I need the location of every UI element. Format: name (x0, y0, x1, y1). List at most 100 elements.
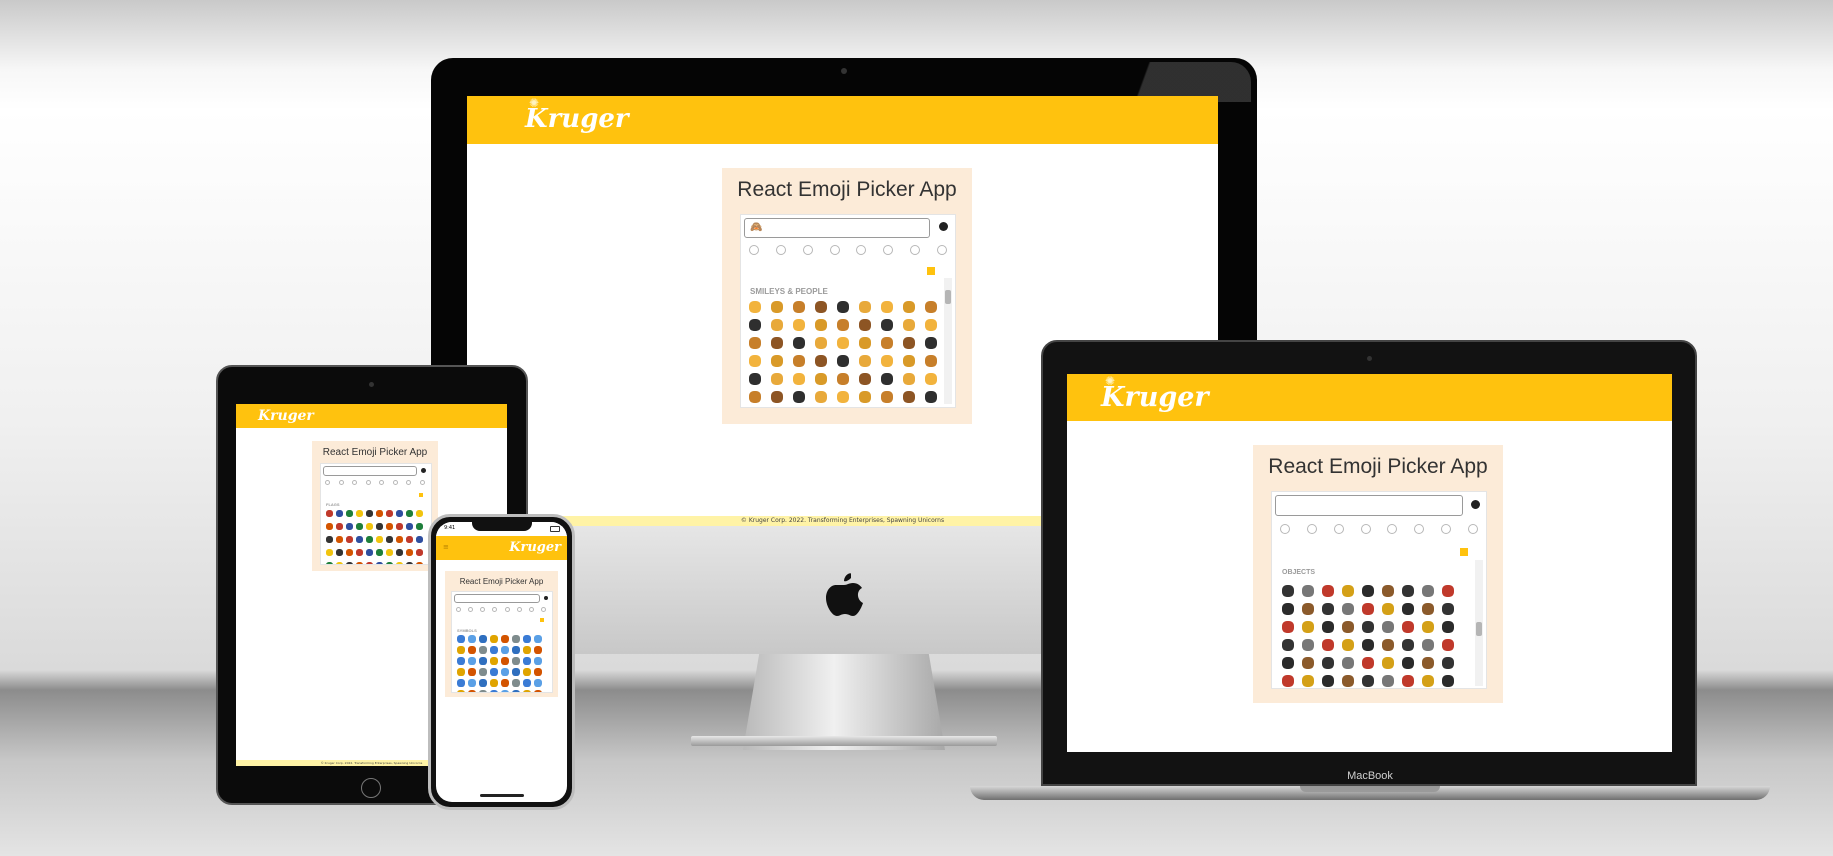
emoji-item[interactable] (1382, 585, 1394, 597)
emoji-item[interactable] (1322, 603, 1334, 615)
emoji-item[interactable] (356, 549, 363, 556)
skin-tone-toggle[interactable] (421, 468, 426, 473)
category-food-drink-icon[interactable] (352, 480, 358, 485)
emoji-item[interactable] (457, 668, 465, 676)
skin-tone-toggle[interactable] (1471, 500, 1480, 509)
emoji-item[interactable] (1422, 657, 1434, 669)
category-smileys-people-icon[interactable] (1280, 524, 1290, 534)
emoji-item[interactable] (1282, 675, 1294, 687)
emoji-item[interactable] (457, 690, 465, 692)
scrollbar[interactable] (1475, 560, 1483, 686)
emoji-item[interactable] (881, 301, 893, 313)
category-symbols-icon[interactable] (406, 480, 412, 485)
emoji-item[interactable] (859, 301, 871, 313)
emoji-item[interactable] (1402, 675, 1414, 687)
emoji-item[interactable] (925, 373, 937, 385)
category-smileys-people-icon[interactable] (325, 480, 330, 485)
emoji-item[interactable] (771, 355, 783, 367)
category-animals-nature-icon[interactable] (775, 245, 786, 255)
emoji-item[interactable] (749, 337, 761, 349)
emoji-item[interactable] (376, 549, 383, 556)
emoji-item[interactable] (534, 646, 542, 654)
category-symbols-icon[interactable] (910, 245, 921, 255)
emoji-item[interactable] (1382, 639, 1394, 651)
emoji-item[interactable] (376, 562, 383, 564)
emoji-item[interactable] (534, 657, 542, 665)
emoji-item[interactable] (793, 373, 805, 385)
emoji-item[interactable] (534, 635, 542, 643)
emoji-item[interactable] (771, 319, 783, 331)
emoji-item[interactable] (468, 679, 476, 687)
emoji-item[interactable] (479, 646, 487, 654)
emoji-item[interactable] (881, 337, 893, 349)
category-symbols-icon[interactable] (528, 607, 534, 612)
emoji-item[interactable] (406, 562, 413, 564)
category-flags-icon[interactable] (1467, 524, 1478, 534)
emoji-item[interactable] (396, 536, 403, 543)
emoji-item[interactable] (396, 510, 403, 517)
emoji-item[interactable] (501, 657, 509, 665)
emoji-item[interactable] (501, 668, 509, 676)
emoji-item[interactable] (749, 373, 761, 385)
emoji-item[interactable] (416, 523, 423, 530)
search-input[interactable] (1275, 495, 1463, 516)
emoji-item[interactable] (1322, 657, 1334, 669)
emoji-item[interactable] (501, 635, 509, 643)
emoji-item[interactable] (749, 355, 761, 367)
emoji-item[interactable] (1382, 603, 1394, 615)
emoji-item[interactable] (346, 510, 353, 517)
emoji-item[interactable] (386, 536, 393, 543)
emoji-item[interactable] (396, 549, 403, 556)
emoji-item[interactable] (406, 549, 413, 556)
emoji-item[interactable] (479, 690, 487, 692)
emoji-item[interactable] (1402, 639, 1414, 651)
emoji-item[interactable] (1362, 657, 1374, 669)
emoji-item[interactable] (1282, 657, 1294, 669)
emoji-item[interactable] (903, 337, 915, 349)
emoji-item[interactable] (457, 657, 465, 665)
category-activities-icon[interactable] (1387, 524, 1398, 534)
emoji-item[interactable] (925, 301, 937, 313)
emoji-item[interactable] (749, 301, 761, 313)
emoji-item[interactable] (386, 510, 393, 517)
emoji-item[interactable] (1342, 639, 1354, 651)
emoji-item[interactable] (396, 562, 403, 564)
emoji-item[interactable] (815, 337, 827, 349)
emoji-item[interactable] (859, 391, 871, 403)
emoji-item[interactable] (386, 549, 393, 556)
emoji-item[interactable] (1442, 621, 1454, 633)
emoji-item[interactable] (326, 510, 333, 517)
emoji-item[interactable] (512, 657, 520, 665)
skin-tone-toggle[interactable] (544, 596, 548, 600)
emoji-item[interactable] (1302, 603, 1314, 615)
emoji-item[interactable] (815, 373, 827, 385)
emoji-item[interactable] (396, 523, 403, 530)
emoji-item[interactable] (771, 373, 783, 385)
emoji-item[interactable] (534, 679, 542, 687)
kruger-logo[interactable]: Kruger (509, 540, 561, 555)
emoji-item[interactable] (490, 668, 498, 676)
scrollbar-thumb[interactable] (1476, 622, 1482, 636)
emoji-item[interactable] (490, 635, 498, 643)
emoji-item[interactable] (925, 355, 937, 367)
emoji-item[interactable] (416, 536, 423, 543)
emoji-item[interactable] (468, 657, 476, 665)
menu-icon[interactable]: ≡ (443, 544, 449, 551)
emoji-item[interactable] (1302, 585, 1314, 597)
category-animals-nature-icon[interactable] (468, 607, 474, 612)
emoji-item[interactable] (1322, 675, 1334, 687)
emoji-item[interactable] (793, 319, 805, 331)
category-objects-icon[interactable] (883, 245, 894, 255)
emoji-item[interactable] (1342, 621, 1354, 633)
category-flags-icon[interactable] (419, 480, 425, 485)
category-symbols-icon[interactable] (1441, 524, 1452, 534)
category-food-drink-icon[interactable] (480, 607, 486, 612)
emoji-item[interactable] (512, 635, 520, 643)
emoji-item[interactable] (512, 679, 520, 687)
emoji-item[interactable] (523, 668, 531, 676)
emoji-item[interactable] (1302, 621, 1314, 633)
emoji-item[interactable] (1382, 675, 1394, 687)
emoji-item[interactable] (1382, 621, 1394, 633)
emoji-item[interactable] (1402, 603, 1414, 615)
emoji-item[interactable] (512, 646, 520, 654)
